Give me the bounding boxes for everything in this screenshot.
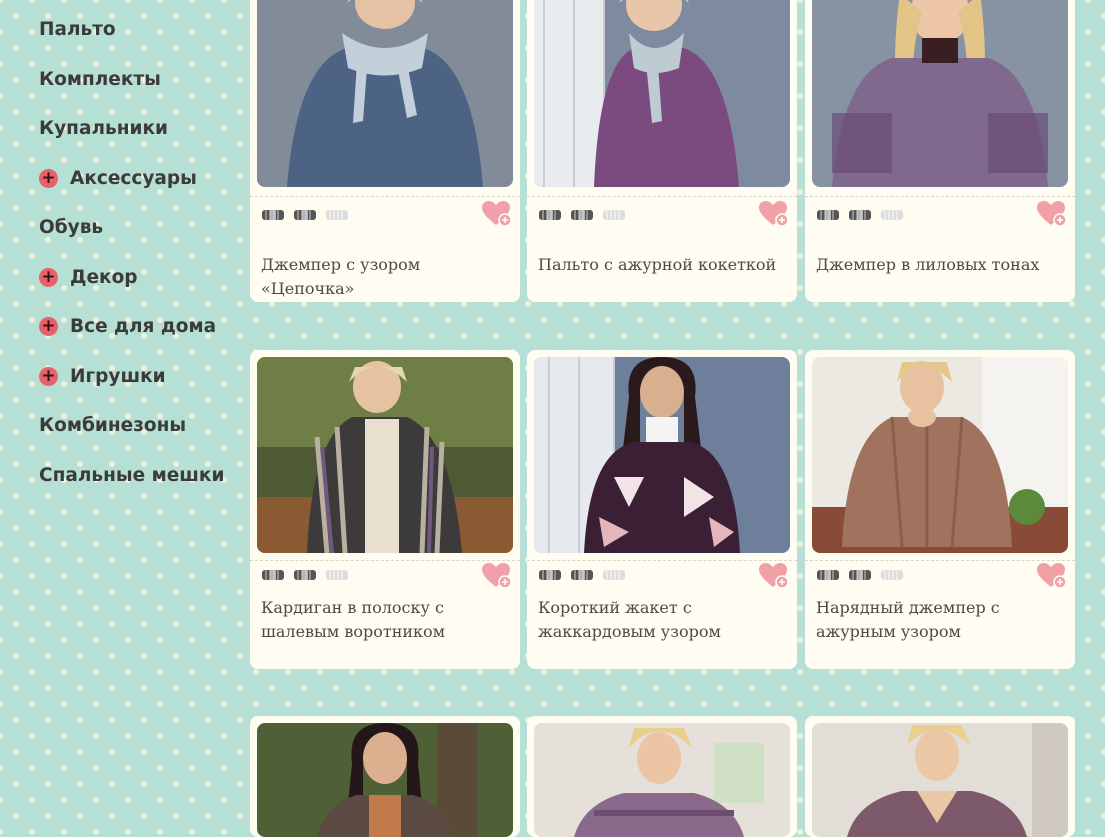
product-title[interactable]: Джемпер с узором «Цепочка» — [261, 253, 506, 301]
yarn-skein-icon — [571, 209, 593, 221]
difficulty-level — [816, 208, 904, 222]
category-label: Обувь — [39, 216, 104, 238]
category-home[interactable]: + Все для дома — [39, 314, 216, 338]
product-card[interactable]: Короткий жакет с жаккардовым узором — [527, 350, 797, 669]
card-divider — [250, 560, 520, 561]
category-toys[interactable]: + Игрушки — [39, 364, 166, 388]
category-label: Комплекты — [39, 68, 161, 90]
product-image[interactable] — [257, 0, 513, 187]
category-label: Комбинезоны — [39, 414, 187, 436]
difficulty-level — [261, 208, 349, 222]
category-sleeping-bags[interactable]: Спальные мешки — [39, 463, 224, 487]
category-coats[interactable]: Пальто — [39, 17, 116, 41]
product-image[interactable] — [534, 0, 790, 187]
yarn-skein-icon — [817, 569, 839, 581]
yarn-skein-icon — [881, 210, 903, 220]
heart-plus-icon[interactable] — [759, 201, 789, 232]
product-title[interactable]: Короткий жакет с жаккардовым узором — [538, 596, 783, 644]
product-image[interactable] — [812, 357, 1068, 553]
heart-plus-icon[interactable] — [482, 201, 512, 232]
heart-plus-icon[interactable] — [482, 563, 512, 594]
plus-circle-icon[interactable]: + — [39, 316, 58, 336]
product-image[interactable] — [812, 0, 1068, 187]
product-image[interactable] — [534, 723, 790, 837]
product-card[interactable] — [527, 716, 797, 837]
yarn-skein-icon — [539, 569, 561, 581]
product-card[interactable]: Кардиган в полоску с шалевым воротником — [250, 350, 520, 669]
card-divider — [527, 560, 797, 561]
heart-plus-icon[interactable] — [1037, 201, 1067, 232]
yarn-skein-icon — [603, 570, 625, 580]
plus-circle-icon[interactable]: + — [39, 267, 58, 287]
category-overalls[interactable]: Комбинезоны — [39, 413, 186, 437]
heart-plus-icon[interactable] — [1037, 563, 1067, 594]
yarn-skein-icon — [262, 569, 284, 581]
category-label: Спальные мешки — [39, 464, 225, 486]
yarn-skein-icon — [262, 209, 284, 221]
product-title[interactable]: Пальто с ажурной кокеткой — [538, 253, 783, 277]
yarn-skein-icon — [294, 209, 316, 221]
yarn-skein-icon — [849, 209, 871, 221]
category-sidebar: Пальто Комплекты Купальники + Аксессуары … — [0, 0, 245, 837]
category-decor[interactable]: + Декор — [39, 265, 138, 289]
plus-circle-icon[interactable]: + — [39, 168, 58, 188]
category-swimsuits[interactable]: Купальники — [39, 116, 168, 140]
product-title[interactable]: Нарядный джемпер с ажурным узором — [816, 596, 1061, 644]
category-accessories[interactable]: + Аксессуары — [39, 166, 197, 190]
product-title[interactable]: Кардиган в полоску с шалевым воротником — [261, 596, 506, 644]
category-label: Аксессуары — [70, 167, 197, 189]
category-sets[interactable]: Комплекты — [39, 67, 161, 91]
plus-circle-icon[interactable]: + — [39, 366, 58, 386]
heart-plus-icon[interactable] — [759, 563, 789, 594]
product-card[interactable]: Пальто с ажурной кокеткой — [527, 0, 797, 302]
card-divider — [527, 196, 797, 197]
card-divider — [805, 196, 1075, 197]
product-image[interactable] — [534, 357, 790, 553]
difficulty-level — [538, 208, 626, 222]
category-shoes[interactable]: Обувь — [39, 215, 103, 239]
category-label: Все для дома — [70, 315, 217, 337]
product-image[interactable] — [257, 357, 513, 553]
yarn-skein-icon — [294, 569, 316, 581]
difficulty-level — [538, 568, 626, 582]
product-card[interactable] — [250, 716, 520, 837]
card-divider — [805, 560, 1075, 561]
yarn-skein-icon — [849, 569, 871, 581]
product-image[interactable] — [257, 723, 513, 837]
category-label: Игрушки — [70, 365, 166, 387]
difficulty-level — [816, 568, 904, 582]
product-card[interactable]: Нарядный джемпер с ажурным узором — [805, 350, 1075, 669]
yarn-skein-icon — [326, 570, 348, 580]
product-image[interactable] — [812, 723, 1068, 837]
product-title[interactable]: Джемпер в лиловых тонах — [816, 253, 1061, 277]
card-divider — [250, 196, 520, 197]
product-card[interactable]: Джемпер в лиловых тонах — [805, 0, 1075, 302]
category-label: Декор — [70, 266, 138, 288]
product-card[interactable]: Джемпер с узором «Цепочка» — [250, 0, 520, 302]
yarn-skein-icon — [881, 570, 903, 580]
yarn-skein-icon — [326, 210, 348, 220]
yarn-skein-icon — [571, 569, 593, 581]
difficulty-level — [261, 568, 349, 582]
product-card[interactable] — [805, 716, 1075, 837]
category-label: Пальто — [39, 18, 116, 40]
category-label: Купальники — [39, 117, 168, 139]
yarn-skein-icon — [539, 209, 561, 221]
yarn-skein-icon — [817, 209, 839, 221]
yarn-skein-icon — [603, 210, 625, 220]
